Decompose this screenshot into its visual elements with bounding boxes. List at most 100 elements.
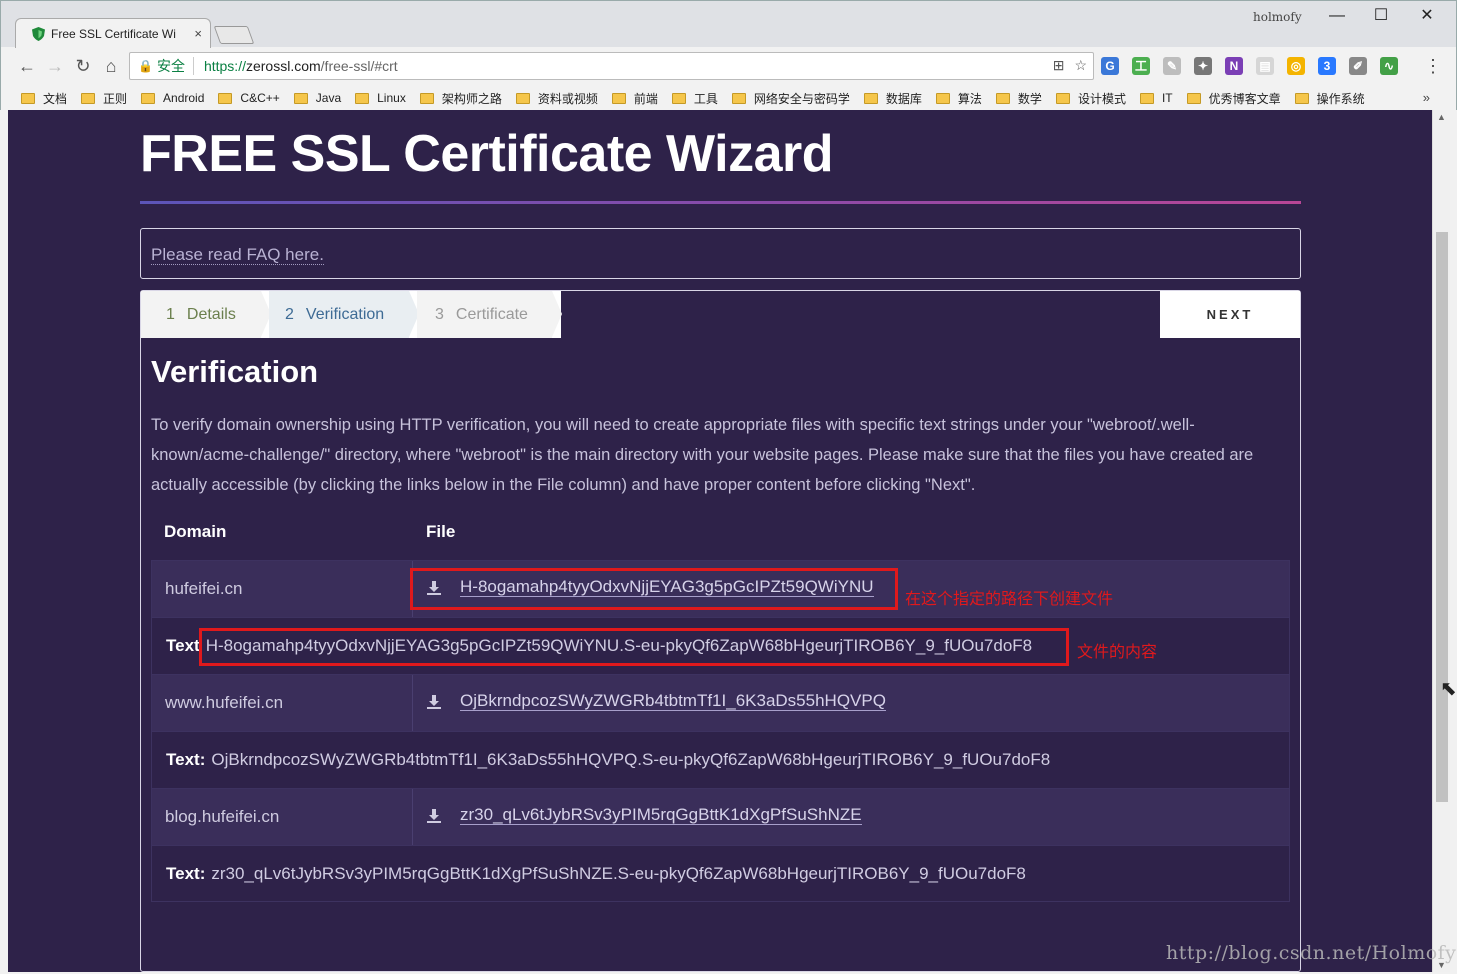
translate-icon[interactable]: ⊞ — [1053, 57, 1065, 74]
home-icon[interactable]: ⌂ — [100, 56, 122, 77]
bookmark-item[interactable]: C&C++ — [218, 91, 280, 105]
file-download-link[interactable]: zr30_qLv6tJybRSv3yPIM5rqGgBttK1dXgPfSuSh… — [460, 806, 862, 825]
folder-icon — [995, 92, 1010, 104]
text-content: Text: OjBkrndpcozSWyZWGRb4tbtmTf1I_6K3aDs… — [166, 750, 1050, 770]
wizard-steps: 1 Details 2 Verification 3 Certificate NEXT — [141, 291, 1300, 338]
bookmark-label: 架构师之路 — [441, 91, 502, 106]
tools-extension-icon[interactable]: 工 — [1132, 57, 1150, 75]
browser-tab[interactable]: Free SSL Certificate Wi × — [15, 18, 211, 48]
reload-icon[interactable]: ↻ — [72, 56, 94, 77]
new-tab-button[interactable] — [213, 26, 255, 44]
bookmarks-more-icon[interactable]: » — [1423, 90, 1430, 105]
secure-label: 安全 — [156, 58, 185, 74]
folder-icon — [141, 92, 156, 104]
bookmark-item[interactable]: 算法 — [935, 90, 982, 107]
step-label: Certificate — [455, 306, 528, 323]
folder-icon — [515, 92, 530, 104]
domain-cell: blog.hufeifei.cn — [165, 807, 280, 826]
text-value: OjBkrndpcozSWyZWGRb4tbtmTf1I_6K3aDs55hHQ… — [211, 750, 1051, 769]
tab-close-icon[interactable]: × — [194, 26, 202, 41]
bookmark-label: 设计模式 — [1077, 91, 1126, 106]
next-button[interactable]: NEXT — [1160, 291, 1300, 338]
css-extension-icon[interactable]: 3 — [1318, 57, 1336, 75]
bookmark-item[interactable]: 操作系统 — [1294, 90, 1365, 107]
browser-menu-icon[interactable]: ⋮ — [1424, 56, 1442, 77]
bookmark-item[interactable]: IT — [1139, 91, 1173, 105]
page-title: FREE SSL Certificate Wizard — [140, 125, 834, 183]
bookmark-item[interactable]: 网络安全与密码学 — [731, 90, 850, 107]
bookmark-item[interactable]: 数学 — [995, 90, 1042, 107]
content-highlight-box — [199, 628, 1069, 666]
bookmark-item[interactable]: 文档 — [21, 90, 67, 107]
bookmark-item[interactable]: Linux — [355, 91, 406, 105]
bookmark-label: IT — [1161, 91, 1173, 105]
table-header: Domain File — [151, 513, 1290, 560]
forward-arrow-icon[interactable]: → — [44, 56, 66, 77]
profile-name[interactable]: holmofy — [1253, 10, 1302, 24]
back-arrow-icon[interactable]: ← — [16, 56, 38, 77]
bookmark-star-icon[interactable]: ☆ — [1074, 57, 1087, 74]
address-bar[interactable]: 🔒 安全 https://zerossl.com/free-ssl/#crt ⊞… — [129, 52, 1094, 80]
folder-icon — [935, 92, 950, 104]
tab-strip: Free SSL Certificate Wi × holmofy — ☐ ✕ — [1, 1, 1456, 48]
bookmark-item[interactable]: 架构师之路 — [419, 90, 502, 107]
file-download-link[interactable]: OjBkrndpcozSWyZWGRb4tbtmTf1I_6K3aDs55hHQ… — [460, 692, 886, 711]
secure-indicator[interactable]: 🔒 安全 — [138, 56, 185, 76]
folder-icon — [218, 92, 233, 104]
bookmark-item[interactable]: 设计模式 — [1055, 90, 1126, 107]
bookmark-item[interactable]: Android — [141, 91, 204, 105]
bookmark-label: C&C++ — [240, 91, 280, 105]
scroll-up-arrow-icon[interactable]: ▲ — [1437, 112, 1446, 122]
domain-cell: www.hufeifei.cn — [165, 693, 284, 712]
doc-extension-icon[interactable]: ▤ — [1256, 57, 1274, 75]
maximize-button[interactable]: ☐ — [1363, 5, 1399, 27]
minimize-button[interactable]: — — [1319, 5, 1355, 27]
text-label: Text — [166, 636, 200, 655]
mouse-cursor-icon: ⬉ — [1440, 678, 1457, 700]
shield-favicon-icon — [32, 26, 45, 41]
folder-icon — [611, 92, 626, 104]
translate-extension-icon[interactable]: G — [1101, 57, 1119, 75]
bookmark-item[interactable]: 前端 — [611, 90, 658, 107]
download-icon — [427, 808, 441, 823]
vertical-scrollbar[interactable]: ▲ ▼ — [1432, 110, 1450, 972]
bookmark-label: Java — [315, 91, 342, 105]
bookmark-item[interactable]: Java — [293, 91, 342, 105]
steps-spacer — [561, 291, 1160, 338]
puzzle-extension-icon[interactable]: ✦ — [1194, 57, 1212, 75]
browser-toolbar: ← → ↻ ⌂ 🔒 安全 https://zerossl.com/free-ss… — [1, 48, 1456, 86]
omnibox-icons: ⊞ ☆ — [1053, 57, 1087, 74]
bookmark-label: 优秀博客文章 — [1208, 91, 1281, 106]
step-certificate[interactable]: 3 Certificate — [417, 291, 552, 338]
step-details[interactable]: 1 Details — [141, 291, 261, 338]
bookmark-item[interactable]: 数据库 — [863, 90, 922, 107]
lock-icon: 🔒 — [138, 59, 153, 73]
pen-extension-icon[interactable]: ✎ — [1163, 57, 1181, 75]
bookmark-item[interactable]: 资料或视频 — [515, 90, 598, 107]
verification-heading: Verification — [151, 354, 319, 389]
step-number: 1 — [166, 306, 175, 323]
file-cell: zr30_qLv6tJybRSv3yPIM5rqGgBttK1dXgPfSuSh… — [426, 806, 862, 825]
domain-column-header: Domain — [164, 522, 227, 541]
folder-icon — [419, 92, 434, 104]
folder-icon — [1139, 92, 1154, 104]
bookmark-item[interactable]: 优秀博客文章 — [1186, 90, 1281, 107]
close-window-button[interactable]: ✕ — [1409, 5, 1445, 27]
chrome-extension-icon[interactable]: ◎ — [1287, 57, 1305, 75]
step-number: 2 — [285, 306, 294, 323]
cell-divider — [412, 789, 413, 845]
folder-icon — [1294, 92, 1309, 104]
url-text[interactable]: https://zerossl.com/free-ssl/#crt — [204, 58, 398, 74]
text-label: Text: — [166, 750, 206, 769]
omnibox-divider — [192, 57, 194, 75]
folder-icon — [1055, 92, 1070, 104]
scroll-thumb[interactable] — [1436, 232, 1448, 802]
onenote-extension-icon[interactable]: N — [1225, 57, 1243, 75]
bookmark-item[interactable]: 正则 — [81, 90, 127, 107]
bookmark-item[interactable]: 工具 — [671, 90, 718, 107]
step-verification[interactable]: 2 Verification — [269, 291, 409, 338]
faq-link[interactable]: Please read FAQ here. — [151, 245, 324, 265]
file-column-header: File — [426, 522, 456, 541]
pulse-extension-icon[interactable]: ∿ — [1380, 57, 1398, 75]
eyedropper-extension-icon[interactable]: ✐ — [1349, 57, 1367, 75]
